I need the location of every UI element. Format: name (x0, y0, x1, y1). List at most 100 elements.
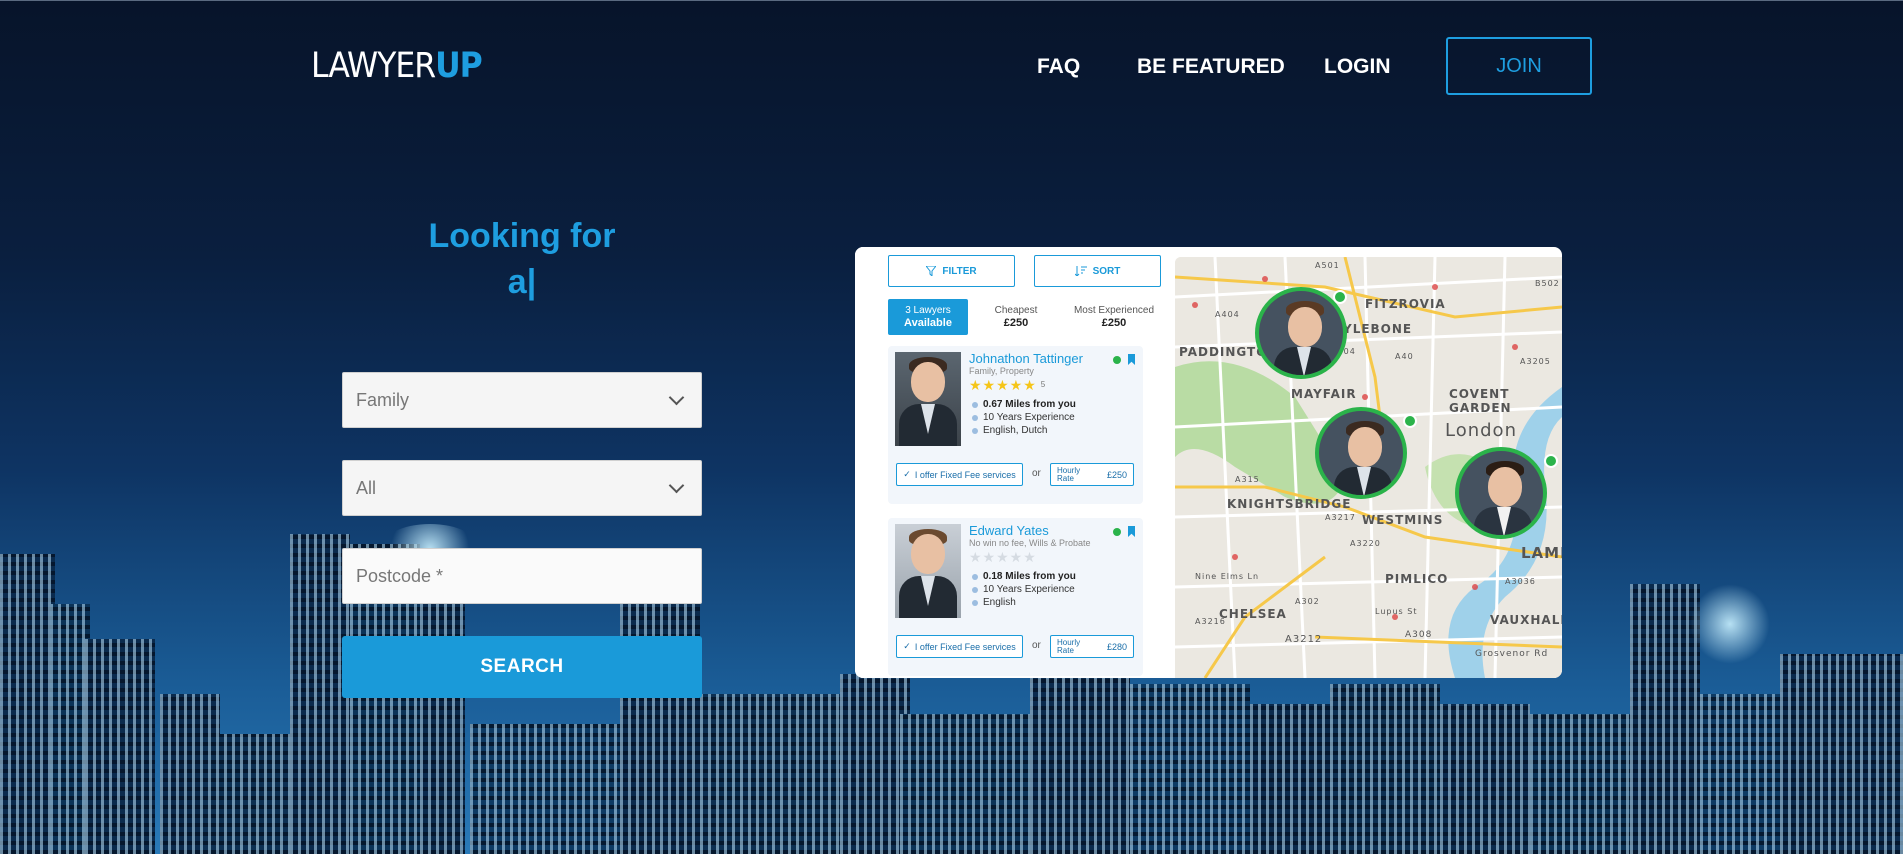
map-label: LAMBE (1521, 544, 1562, 562)
distance-text: 0.67 Miles from you (983, 399, 1076, 410)
tab-experienced-line2: £250 (1101, 317, 1127, 329)
top-border (0, 0, 1903, 1)
map-road-label: A3212 (1285, 634, 1323, 645)
fixed-fee-badge: ✓ I offer Fixed Fee services (896, 463, 1023, 486)
check-icon: ✓ (903, 469, 911, 479)
hourly-rate-badge: Hourly Rate £250 (1050, 463, 1134, 486)
distance-row: 0.18 Miles from you (972, 571, 1076, 582)
distance-row: 0.67 Miles from you (972, 399, 1076, 410)
tab-available-line1: 3 Lawyers (905, 305, 951, 316)
map-label: YLEBONE (1343, 322, 1413, 336)
logo[interactable]: LAWYERUP (311, 46, 483, 86)
map-label: London (1445, 420, 1517, 441)
map-view: FITZROVIA YLEBONE PADDINGTO MAYFAIR COVE… (1175, 257, 1562, 678)
logo-text-accent: UP (435, 46, 483, 86)
check-icon: ✓ (903, 641, 911, 651)
online-status-dot (1113, 528, 1121, 536)
or-text: or (1032, 468, 1041, 479)
map-road-label: Nine Elms Ln (1195, 572, 1260, 581)
map-label: COVENT GARDEN (1449, 387, 1512, 415)
search-button[interactable]: SEARCH (342, 636, 702, 698)
nav-login[interactable]: LOGIN (1324, 55, 1391, 79)
map-label: CHELSEA (1219, 607, 1287, 621)
hourly-rate-label: Hourly Rate (1057, 637, 1081, 655)
map-label: WESTMINS (1362, 513, 1444, 527)
nav-faq[interactable]: FAQ (1037, 55, 1080, 79)
map-label: PADDINGTO (1179, 345, 1268, 359)
hourly-rate-badge: Hourly Rate £280 (1050, 635, 1134, 658)
bookmark-icon (1128, 526, 1135, 537)
map-label: FITZROVIA (1365, 297, 1446, 311)
lawyer-map-pin (1315, 407, 1407, 499)
person-icon (972, 414, 978, 421)
sort-label: SORT (1092, 265, 1121, 277)
sort-button: SORT (1034, 255, 1161, 287)
nav-be-featured[interactable]: BE FEATURED (1137, 55, 1285, 79)
filter-button: FILTER (888, 255, 1015, 287)
lawyer-specialty: No win no fee, Wills & Probate (969, 538, 1091, 548)
lawyer-name: Edward Yates (969, 523, 1049, 538)
join-button[interactable]: JOIN (1446, 37, 1592, 95)
or-text: or (1032, 640, 1041, 651)
fixed-fee-label: I offer Fixed Fee services (914, 469, 1016, 480)
lawyer-specialty: Family, Property (969, 366, 1034, 376)
category-select-value: Family (356, 389, 409, 410)
tab-cheapest-line2: £250 (1003, 317, 1029, 329)
chevron-down-icon (668, 477, 685, 493)
map-road-label: A3220 (1350, 539, 1381, 548)
chevron-down-icon (668, 389, 685, 405)
pin-status-dot (1544, 454, 1558, 468)
distance-text: 0.18 Miles from you (983, 571, 1076, 582)
fixed-fee-label: I offer Fixed Fee services (914, 641, 1016, 652)
map-road-label: A3205 (1520, 357, 1551, 366)
hero-line-2: a| (507, 263, 537, 301)
map-road-label: A501 (1315, 261, 1340, 270)
map-label: KNIGHTSBRIDGE (1227, 497, 1352, 511)
experience-row: 10 Years Experience (972, 584, 1075, 595)
fixed-fee-badge: ✓ I offer Fixed Fee services (896, 635, 1023, 658)
map-road-label: B502 (1535, 279, 1560, 288)
experience-text: 10 Years Experience (983, 412, 1075, 423)
map-road-label: A3036 (1505, 577, 1536, 586)
funnel-icon (926, 266, 937, 276)
map-road-label: A308 (1405, 630, 1433, 640)
tab-available: 3 Lawyers Available (888, 299, 968, 335)
lawyer-list: FILTER SORT 3 Lawyers Available Cheapest… (855, 247, 1173, 678)
rating-stars: ★★★★★ (969, 549, 1037, 565)
hourly-rate-value: £280 (1106, 641, 1127, 652)
online-status-dot (1113, 356, 1121, 364)
map-road-label: Lupus St (1375, 607, 1418, 616)
sort-icon (1074, 266, 1087, 276)
lawyer-photo (895, 352, 961, 446)
language-row: English (972, 597, 1016, 608)
map-label: PIMLICO (1385, 572, 1449, 586)
language-text: English (983, 597, 1016, 608)
language-row: English, Dutch (972, 425, 1047, 436)
map-road-label: Grosvenor Rd (1475, 649, 1549, 659)
map-road-label: A404 (1215, 310, 1240, 319)
lawyer-photo (895, 524, 961, 618)
map-road-label: A315 (1235, 475, 1260, 484)
lawyer-card: Johnathon Tattinger Family, Property ★★★… (888, 346, 1143, 504)
tab-cheapest-line1: Cheapest (994, 305, 1038, 316)
hero-line-1: Looking for (428, 217, 616, 255)
rating-count: 5 (1040, 380, 1046, 389)
logo-text-main: LAWYER (311, 46, 436, 86)
filter-label: FILTER (942, 265, 977, 277)
pin-status-dot (1333, 290, 1347, 304)
language-icon (972, 427, 978, 434)
subcategory-select-value: All (356, 477, 377, 498)
tab-experienced-line1: Most Experienced (1073, 305, 1155, 316)
map-label: MAYFAIR (1291, 387, 1357, 401)
postcode-input[interactable]: Postcode * (342, 548, 702, 604)
lawyer-card: Edward Yates No win no fee, Wills & Prob… (888, 518, 1143, 676)
category-select[interactable]: Family (342, 372, 702, 428)
lawyer-name: Johnathon Tattinger (969, 351, 1083, 366)
location-pin-icon (972, 401, 978, 408)
location-pin-icon (972, 573, 978, 580)
app-preview: FILTER SORT 3 Lawyers Available Cheapest… (855, 247, 1562, 678)
subcategory-select[interactable]: All (342, 460, 702, 516)
bookmark-icon (1128, 354, 1135, 365)
experience-row: 10 Years Experience (972, 412, 1075, 423)
map-road-label: A3217 (1325, 513, 1356, 522)
